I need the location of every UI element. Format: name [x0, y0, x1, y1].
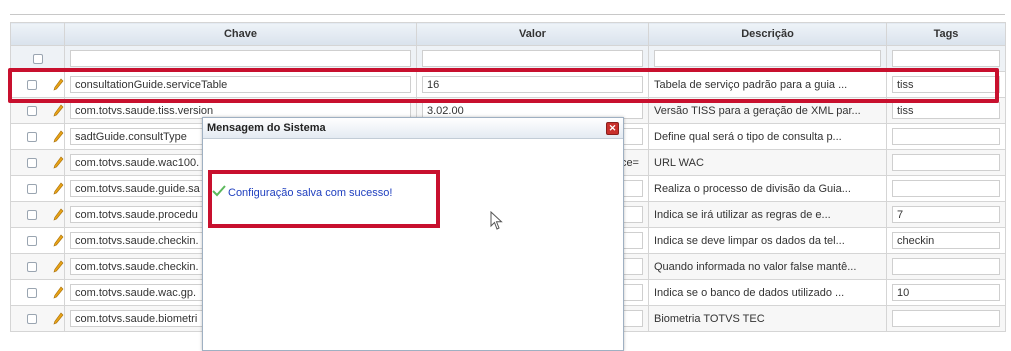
- tags-field[interactable]: [892, 154, 1000, 171]
- row-checkbox[interactable]: [26, 313, 37, 324]
- edit-pencil-icon[interactable]: [53, 234, 64, 247]
- highlight-edited-row: [8, 68, 999, 103]
- tags-field[interactable]: 7: [892, 206, 1000, 223]
- dialog-title: Mensagem do Sistema: [207, 122, 326, 134]
- description-text: Indica se deve limpar os dados da tel...: [654, 234, 845, 247]
- description-text: Realiza o processo de divisão da Guia...: [654, 182, 851, 195]
- filter-tags-input[interactable]: [892, 50, 1000, 67]
- top-divider: [10, 14, 1005, 15]
- row-checkbox[interactable]: [26, 209, 37, 220]
- header-tags[interactable]: Tags: [886, 22, 1006, 46]
- filter-key-input[interactable]: [70, 50, 411, 67]
- edit-pencil-icon[interactable]: [53, 182, 64, 195]
- tags-field[interactable]: 10: [892, 284, 1000, 301]
- row-checkbox[interactable]: [26, 131, 37, 142]
- tags-field[interactable]: [892, 180, 1000, 197]
- description-text: Quando informada no valor false mantê...: [654, 260, 857, 273]
- filter-description-input[interactable]: [654, 50, 881, 67]
- row-checkbox[interactable]: [26, 157, 37, 168]
- description-text: Indica se o banco de dados utilizado ...: [654, 286, 845, 299]
- mouse-cursor-icon: [490, 210, 504, 234]
- success-message: Configuração salva com sucesso!: [212, 185, 392, 200]
- success-message-text: Configuração salva com sucesso!: [228, 186, 393, 199]
- edit-pencil-icon[interactable]: [53, 286, 64, 299]
- header-description[interactable]: Descrição: [648, 22, 887, 46]
- table-header-row: Chave Valor Descrição Tags: [10, 22, 1006, 46]
- dialog-titlebar[interactable]: Mensagem do Sistema ✕: [203, 118, 623, 139]
- filter-value-input[interactable]: [422, 50, 643, 67]
- tags-field[interactable]: tiss: [892, 102, 1000, 119]
- edit-pencil-icon[interactable]: [53, 130, 64, 143]
- edit-pencil-icon[interactable]: [53, 104, 64, 117]
- system-message-dialog: Mensagem do Sistema ✕: [202, 117, 624, 351]
- description-text: Indica se irá utilizar as regras de e...: [654, 208, 831, 221]
- select-all-checkbox[interactable]: [32, 53, 43, 64]
- description-text: URL WAC: [654, 156, 704, 169]
- check-icon: [212, 185, 226, 200]
- tags-field[interactable]: [892, 310, 1000, 327]
- row-checkbox[interactable]: [26, 183, 37, 194]
- close-icon[interactable]: ✕: [606, 121, 619, 135]
- description-text: Define qual será o tipo de consulta p...: [654, 130, 842, 143]
- row-checkbox[interactable]: [26, 105, 37, 116]
- edit-pencil-icon[interactable]: [53, 156, 64, 169]
- description-text: Biometria TOTVS TEC: [654, 312, 765, 325]
- tags-field[interactable]: [892, 258, 1000, 275]
- row-checkbox[interactable]: [26, 235, 37, 246]
- edit-pencil-icon[interactable]: [53, 260, 64, 273]
- description-text: Versão TISS para a geração de XML par...: [654, 104, 861, 117]
- tags-field[interactable]: checkin: [892, 232, 1000, 249]
- header-key[interactable]: Chave: [64, 22, 417, 46]
- header-value[interactable]: Valor: [416, 22, 649, 46]
- row-checkbox[interactable]: [26, 261, 37, 272]
- tags-field[interactable]: [892, 128, 1000, 145]
- edit-pencil-icon[interactable]: [53, 312, 64, 325]
- edit-pencil-icon[interactable]: [53, 208, 64, 221]
- row-checkbox[interactable]: [26, 287, 37, 298]
- header-actions: [10, 22, 65, 46]
